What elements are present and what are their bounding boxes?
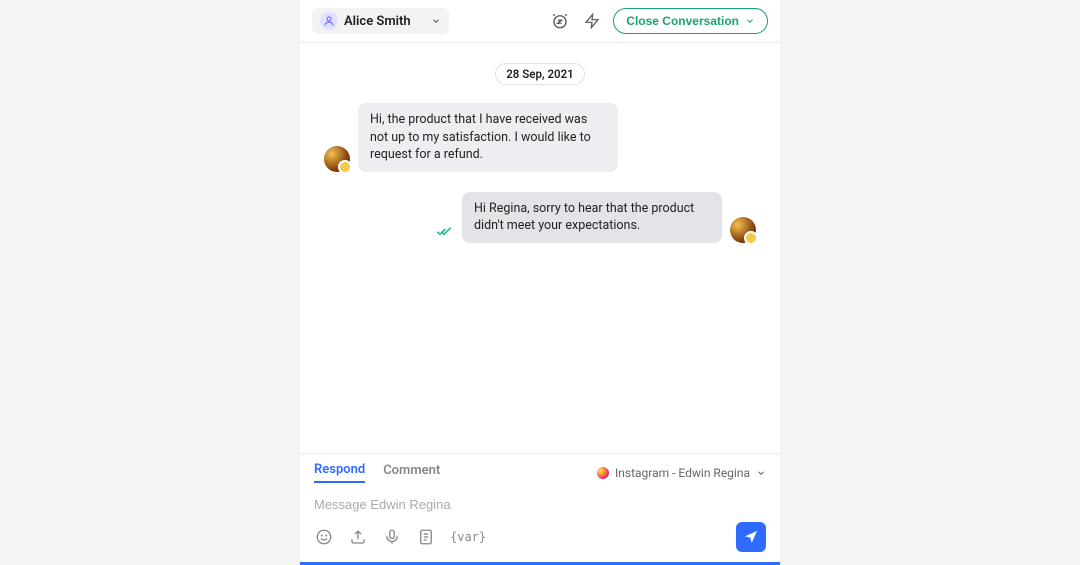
emoji-icon[interactable]	[314, 527, 334, 547]
chevron-down-icon	[756, 468, 766, 478]
chevron-down-icon	[745, 16, 755, 26]
variable-button[interactable]: {var}	[450, 530, 486, 544]
composer-tabs: Respond Comment Instagram - Edwin Regina	[314, 462, 766, 483]
composer-toolbar: {var}	[314, 522, 766, 562]
date-chip: 28 Sep, 2021	[495, 63, 585, 85]
message-composer: Respond Comment Instagram - Edwin Regina	[300, 453, 780, 565]
assignee-avatar-icon	[320, 12, 338, 30]
message-bubble: Hi, the product that I have received was…	[358, 103, 618, 172]
bolt-icon[interactable]	[581, 10, 603, 32]
read-receipt-icon	[436, 223, 452, 239]
message-row: Hi Regina, sorry to hear that the produc…	[324, 192, 756, 243]
header-actions: Close Conversation	[549, 8, 768, 34]
conversation-panel: Alice Smith Close Conversation 28 Sep, 2…	[300, 0, 780, 565]
assignee-selector[interactable]: Alice Smith	[312, 8, 449, 34]
channel-label: Instagram - Edwin Regina	[615, 466, 750, 480]
date-separator: 28 Sep, 2021	[324, 63, 756, 85]
chat-body: 28 Sep, 2021 Hi, the product that I have…	[300, 43, 780, 453]
template-icon[interactable]	[416, 527, 436, 547]
message-row: Hi, the product that I have received was…	[324, 103, 756, 172]
message-bubble: Hi Regina, sorry to hear that the produc…	[462, 192, 722, 243]
contact-avatar	[324, 146, 350, 172]
assignee-name: Alice Smith	[344, 14, 411, 29]
microphone-icon[interactable]	[382, 527, 402, 547]
send-icon	[743, 529, 759, 545]
agent-avatar	[730, 217, 756, 243]
upload-icon[interactable]	[348, 527, 368, 547]
tab-respond[interactable]: Respond	[314, 462, 365, 483]
snooze-icon[interactable]	[549, 10, 571, 32]
channel-selector[interactable]: Instagram - Edwin Regina	[597, 466, 766, 480]
chevron-down-icon	[431, 16, 441, 26]
send-button[interactable]	[736, 522, 766, 552]
close-conversation-button[interactable]: Close Conversation	[613, 8, 768, 34]
conversation-header: Alice Smith Close Conversation	[300, 0, 780, 43]
close-conversation-label: Close Conversation	[626, 14, 739, 28]
tab-comment[interactable]: Comment	[383, 463, 440, 482]
instagram-icon	[597, 467, 609, 479]
message-input[interactable]	[314, 493, 766, 522]
